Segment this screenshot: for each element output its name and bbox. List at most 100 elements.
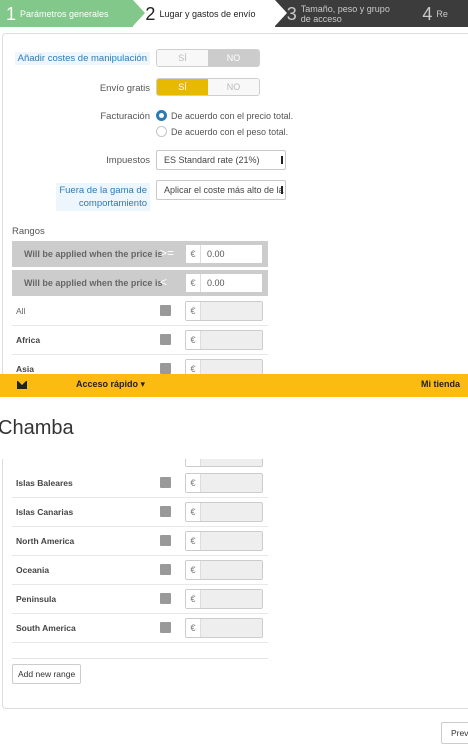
- zone-price-input[interactable]: €: [185, 589, 263, 609]
- zone-checkbox[interactable]: [160, 593, 171, 604]
- select-caret-icon: [281, 186, 283, 194]
- switch-no[interactable]: NO: [208, 79, 259, 95]
- shop-title: Chamba: [0, 417, 74, 439]
- radio-label: De acuerdo con el precio total.: [171, 110, 294, 121]
- zone-row-africa: Africa €: [12, 326, 268, 355]
- zone-price-input[interactable]: €: [185, 473, 263, 493]
- input-value[interactable]: [201, 331, 262, 349]
- mail-icon[interactable]: [17, 381, 27, 389]
- handling-costs-switch[interactable]: SÍ NO: [156, 49, 260, 67]
- zone-price-input[interactable]: €: [185, 502, 263, 522]
- input-value[interactable]: [201, 360, 262, 374]
- radio-unselected-icon[interactable]: [156, 126, 167, 137]
- tax-select[interactable]: ES Standard rate (21%): [156, 150, 286, 170]
- zone-row-islas-baleares: Islas Baleares €: [12, 469, 268, 498]
- input-value[interactable]: [201, 459, 262, 466]
- my-shop-link[interactable]: Mi tienda: [421, 379, 460, 389]
- currency-symbol: €: [186, 274, 201, 292]
- range-row-to: Will be applied when the price is < € 0.…: [12, 270, 268, 296]
- wizard-step-3[interactable]: 3 Tamaño, peso y grupo de acceso: [274, 0, 423, 27]
- zone-row-asia: Asia €: [12, 355, 268, 374]
- step-arrow: [410, 0, 423, 26]
- range-from-input[interactable]: € 0.00: [185, 244, 263, 264]
- tax-label: Impuestos: [106, 155, 150, 166]
- step-number: 3: [286, 3, 297, 24]
- zone-price-input[interactable]: €: [185, 560, 263, 580]
- zone-checkbox[interactable]: [160, 535, 171, 546]
- zone-checkbox[interactable]: [160, 564, 171, 575]
- step-label: Re: [436, 8, 448, 19]
- zone-name: Islas Canarias: [16, 507, 74, 517]
- zone-price-input[interactable]: €: [185, 330, 263, 350]
- zone-price-input[interactable]: €: [185, 301, 263, 321]
- zone-row-peninsula: Peninsula €: [12, 585, 268, 614]
- range-text: Will be applied when the price is: [24, 249, 163, 259]
- zone-name: Oceania: [16, 565, 50, 575]
- zone-row-oceania: Oceania €: [12, 556, 268, 585]
- radio-selected-icon[interactable]: [156, 110, 167, 121]
- currency-symbol: €: [186, 360, 201, 374]
- currency-symbol: [186, 459, 201, 466]
- range-to-input[interactable]: € 0.00: [185, 273, 263, 293]
- currency-symbol: €: [186, 619, 201, 637]
- currency-symbol: €: [186, 302, 201, 320]
- zone-name: North America: [16, 536, 75, 546]
- ranges-divider: [12, 658, 268, 659]
- zone-checkbox[interactable]: [160, 305, 171, 316]
- input-value[interactable]: [201, 590, 262, 608]
- quick-access-menu[interactable]: Acceso rápido ▾: [76, 379, 145, 390]
- step-label: Parámetros generales: [20, 8, 109, 19]
- out-of-range-select[interactable]: Aplicar el coste más alto de la ga: [156, 180, 286, 200]
- zone-row-south-america: South America €: [12, 614, 268, 643]
- free-shipping-label: Envío gratis: [99, 83, 150, 94]
- zone-price-input[interactable]: €: [185, 359, 263, 374]
- billing-label: Facturación: [100, 111, 150, 122]
- quick-access-bar: Acceso rápido ▾ Mi tienda: [0, 374, 468, 397]
- select-value: Aplicar el coste más alto de la ga: [164, 185, 286, 195]
- zone-name: Africa: [16, 335, 41, 345]
- zone-checkbox[interactable]: [160, 363, 171, 374]
- zone-checkbox[interactable]: [160, 477, 171, 488]
- zone-row-north-america: North America €: [12, 527, 268, 556]
- shop-title-bar: Chamba: [0, 397, 468, 459]
- zone-name: Asia: [16, 364, 34, 374]
- input-value[interactable]: 0.00: [201, 245, 262, 263]
- billing-radio-price[interactable]: De acuerdo con el precio total.: [156, 110, 293, 121]
- wizard-step-1[interactable]: 1 Parámetros generales: [0, 0, 146, 27]
- switch-no[interactable]: NO: [208, 50, 259, 66]
- wizard-step-2[interactable]: 2 Lugar y gastos de envío: [133, 0, 287, 27]
- switch-yes[interactable]: SÍ: [157, 79, 208, 95]
- input-value[interactable]: [201, 302, 262, 320]
- select-caret-icon: [281, 156, 283, 164]
- zone-price-input-partial[interactable]: [185, 459, 263, 467]
- zone-price-input[interactable]: €: [185, 531, 263, 551]
- step-number: 4: [422, 3, 433, 24]
- zone-checkbox[interactable]: [160, 506, 171, 517]
- zone-checkbox[interactable]: [160, 334, 171, 345]
- select-value: ES Standard rate (21%): [164, 155, 260, 165]
- zone-checkbox[interactable]: [160, 622, 171, 633]
- input-value[interactable]: [201, 619, 262, 637]
- input-value[interactable]: 0.00: [201, 274, 262, 292]
- input-value[interactable]: [201, 474, 262, 492]
- step-label: Lugar y gastos de envío: [159, 8, 256, 19]
- free-shipping-switch[interactable]: SÍ NO: [156, 78, 260, 96]
- input-value[interactable]: [201, 503, 262, 521]
- input-value[interactable]: [201, 532, 262, 550]
- currency-symbol: €: [186, 561, 201, 579]
- step-label: Tamaño, peso y grupo de acceso: [300, 3, 390, 24]
- zone-price-input[interactable]: €: [185, 618, 263, 638]
- step-number: 1: [6, 3, 17, 24]
- currency-symbol: €: [186, 245, 201, 263]
- out-of-range-label-line1: Fuera de la gama de: [59, 185, 147, 196]
- zone-row-all: All €: [12, 297, 268, 326]
- zone-name: Peninsula: [16, 594, 57, 604]
- currency-symbol: €: [186, 331, 201, 349]
- input-value[interactable]: [201, 561, 262, 579]
- add-new-range-button[interactable]: Add new range: [12, 664, 82, 684]
- switch-yes[interactable]: SÍ: [157, 50, 208, 66]
- step-arrow: [274, 0, 287, 26]
- previous-button[interactable]: Previo: [441, 722, 468, 744]
- billing-radio-weight[interactable]: De acuerdo con el peso total.: [156, 126, 288, 137]
- out-of-range-label: Fuera de la gama de comportamiento: [56, 183, 150, 211]
